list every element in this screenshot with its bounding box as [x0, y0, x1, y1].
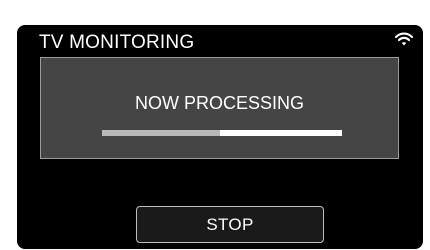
processing-message: NOW PROCESSING [134, 93, 304, 113]
processing-dialog: NOW PROCESSING [40, 57, 399, 159]
progress-bar-fill [102, 130, 220, 136]
page-title: TV MONITORING [39, 32, 195, 53]
tv-monitoring-screen: TV MONITORING NOW PROCESSING STOP [17, 25, 423, 249]
wifi-icon [395, 32, 413, 46]
stop-button[interactable]: STOP [136, 206, 324, 243]
progress-bar [102, 130, 342, 136]
